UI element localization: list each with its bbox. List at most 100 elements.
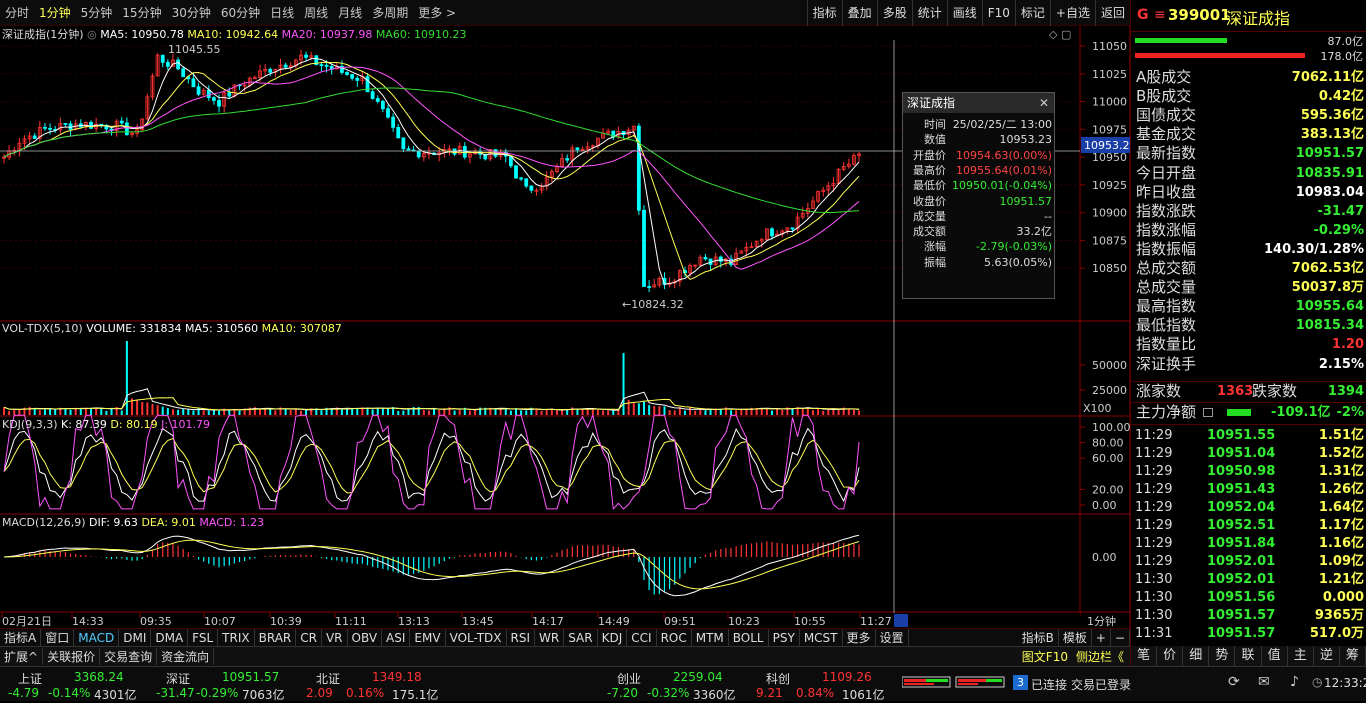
tick-price: 10951.55 <box>1207 428 1276 443</box>
indicator-tab[interactable]: MACD <box>74 628 120 647</box>
indicator-tab[interactable]: OBV <box>348 628 383 647</box>
period-tab[interactable]: 30分钟 <box>167 4 216 21</box>
candle-body <box>380 100 385 110</box>
index-name[interactable]: 上证 <box>18 670 42 687</box>
indicator-tab[interactable]: CCI <box>627 628 657 647</box>
period-tab[interactable]: 60分钟 <box>216 4 265 21</box>
period-tab[interactable]: 多周期 <box>367 4 413 21</box>
right-tab[interactable]: 值 <box>1262 646 1288 666</box>
bell-icon[interactable]: ♪ <box>1290 674 1299 690</box>
indicator-tab-right[interactable]: + <box>1092 628 1111 647</box>
index-name[interactable]: 北证 <box>316 670 340 687</box>
indicator-tab[interactable]: 更多 <box>843 628 876 647</box>
toolbar-button[interactable]: F10 <box>981 0 1015 26</box>
refresh-icon[interactable]: ⟳ <box>1228 674 1240 690</box>
sub-tab[interactable]: 关联报价 <box>43 648 101 665</box>
menu-icon[interactable]: ≡ <box>1154 7 1166 23</box>
period-tab[interactable]: 日线 <box>265 4 299 21</box>
indicator-tab[interactable]: TRIX <box>218 628 255 647</box>
candle-body <box>43 126 47 129</box>
price-axis-label: 10975 <box>1092 123 1127 136</box>
indicator-tab[interactable]: RSI <box>507 628 536 647</box>
close-icon[interactable]: ✕ <box>1039 93 1049 113</box>
indicator-tab-right[interactable]: 指标B <box>1018 628 1059 647</box>
stat-row: 昨日收盘 10983.04 <box>1131 183 1366 202</box>
right-tab[interactable]: 价 <box>1157 646 1184 666</box>
indicator-tab[interactable]: VR <box>322 628 348 647</box>
side-tab[interactable]: 图文F10 <box>1018 648 1072 665</box>
indicator-tab[interactable]: PSY <box>769 628 800 647</box>
kdj-indicator-name: KDJ(9,3,3) <box>2 418 58 431</box>
candle-body <box>304 54 308 58</box>
macd-indicator-name: MACD(12,26,9) <box>2 516 86 529</box>
sub-tab[interactable]: 交易查询 <box>100 648 158 665</box>
indicator-tab[interactable]: DMI <box>119 628 152 647</box>
period-tab[interactable]: 5分钟 <box>76 4 118 21</box>
indicator-tab[interactable]: MTM <box>692 628 729 647</box>
toolbar-button[interactable]: 叠加 <box>841 0 877 26</box>
indicator-tab[interactable]: CR <box>296 628 322 647</box>
toolbar-button[interactable]: 统计 <box>911 0 947 26</box>
right-tab[interactable]: 主 <box>1288 646 1314 666</box>
indicator-tab[interactable]: FSL <box>188 628 219 647</box>
candle-body <box>191 78 196 88</box>
indicator-tab[interactable]: WR <box>535 628 565 647</box>
candle-body <box>212 97 216 101</box>
indicator-tab[interactable]: 窗口 <box>41 628 75 647</box>
right-tab[interactable]: 逆 <box>1314 646 1340 666</box>
chart-options-icon[interactable]: ◇ ▢ <box>1049 28 1071 41</box>
toolbar-button[interactable]: 画线 <box>946 0 982 26</box>
period-tab[interactable]: 周线 <box>299 4 333 21</box>
indicator-tab[interactable]: VOL-TDX <box>446 628 507 647</box>
period-tab[interactable]: 15分钟 <box>117 4 166 21</box>
side-tab[interactable]: 侧边栏《 <box>1072 648 1128 665</box>
right-tab[interactable]: 细 <box>1183 646 1210 666</box>
right-tab[interactable]: 筹 <box>1340 646 1366 666</box>
popup-key: 开盘价 <box>913 148 946 162</box>
tick-time: 11:29 <box>1135 446 1173 461</box>
sub-tab[interactable]: 资金流向 <box>157 648 215 665</box>
indicator-tab-right[interactable]: − <box>1111 628 1130 647</box>
period-tab[interactable]: 更多 > <box>413 4 461 21</box>
index-name[interactable]: 创业 <box>617 670 641 687</box>
toolbar-button[interactable]: 标记 <box>1014 0 1050 26</box>
toolbar-button[interactable]: +自选 <box>1049 0 1095 26</box>
index-price: 10951.57 <box>222 670 280 684</box>
tick-row: 11:29 10951.84 1.16亿 <box>1131 535 1366 553</box>
index-name[interactable]: 深证 <box>166 670 190 687</box>
macd-dif-line <box>3 534 860 597</box>
indicator-tab[interactable]: 指标A <box>0 628 42 647</box>
indicator-tab[interactable]: MCST <box>800 628 843 647</box>
indicator-tab[interactable]: KDJ <box>598 628 628 647</box>
candle-body <box>63 123 68 125</box>
period-tab[interactable]: 1分钟 <box>34 4 76 21</box>
toolbar-button[interactable]: 返回 <box>1094 0 1130 26</box>
stat-value: 7062.11亿 <box>1291 70 1364 85</box>
indicator-tab[interactable]: ASI <box>382 628 411 647</box>
net-detail-icon[interactable] <box>1203 408 1213 417</box>
period-tab[interactable]: 分时 <box>0 4 34 21</box>
indicator-tab[interactable]: EMV <box>410 628 446 647</box>
tick-row: 11:30 10951.57 9365万 <box>1131 607 1366 625</box>
indicator-tab[interactable]: SAR <box>564 628 598 647</box>
indicator-tab[interactable]: 设置 <box>876 628 909 647</box>
tick-volume: 1.16亿 <box>1318 536 1364 551</box>
message-icon[interactable]: ✉ <box>1258 674 1270 690</box>
indicator-tab[interactable]: DMA <box>151 628 189 647</box>
right-tab[interactable]: 联 <box>1235 646 1262 666</box>
indicator-tab-right[interactable]: 模板 <box>1059 628 1092 647</box>
indicator-tab[interactable]: BOLL <box>729 628 769 647</box>
index-name[interactable]: 科创 <box>766 670 790 687</box>
toolbar-button[interactable]: 指标 <box>806 0 842 26</box>
sub-tab[interactable]: 扩展^ <box>0 648 44 665</box>
indicator-tab[interactable]: ROC <box>657 628 692 647</box>
vol-unit: X100 <box>1083 402 1112 415</box>
right-tab[interactable]: 势 <box>1209 646 1236 666</box>
toolbar-button[interactable]: 多股 <box>876 0 912 26</box>
period-tab[interactable]: 月线 <box>333 4 367 21</box>
high-label: 11045.55 <box>168 43 221 56</box>
candle-body <box>268 68 273 73</box>
kdj-axis-label: 60.00 <box>1092 452 1124 465</box>
indicator-tab[interactable]: BRAR <box>255 628 297 647</box>
right-tab[interactable]: 笔 <box>1131 646 1158 666</box>
